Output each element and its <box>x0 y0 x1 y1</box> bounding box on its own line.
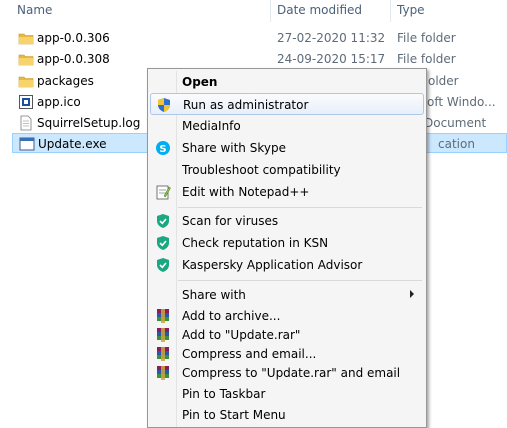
column-header-type[interactable]: Type <box>397 3 425 17</box>
menu-item-kaspersky-application-advisor[interactable]: Kaspersky Application Advisor <box>150 254 424 276</box>
column-header-name[interactable]: Name <box>17 3 52 17</box>
menu-item-pin-to-start-menu[interactable]: Pin to Start Menu <box>150 404 424 426</box>
kaspersky-icon <box>157 236 169 250</box>
file-type: Document <box>424 116 487 130</box>
winrar-icon <box>157 309 169 323</box>
file-name: SquirrelSetup.log <box>37 116 141 130</box>
menu-item-label: Edit with Notepad++ <box>182 185 310 199</box>
menu-item-compress-to-update-rar-and-email[interactable]: Compress to "Update.rar" and email <box>150 362 424 384</box>
context-menu: Open Run as administrator MediaInfo S Sh… <box>147 68 427 428</box>
file-name: app.ico <box>37 95 81 109</box>
menu-item-run-as-administrator[interactable]: Run as administrator <box>150 93 424 115</box>
winrar-icon <box>157 347 169 361</box>
file-name: app-0.0.306 <box>37 31 110 45</box>
ico-file-icon <box>19 95 33 109</box>
menu-item-edit-with-notepad-plus[interactable]: Edit with Notepad++ <box>150 181 424 203</box>
text-file-icon <box>20 115 32 131</box>
menu-item-label: Add to archive... <box>182 309 281 323</box>
file-type: cation <box>438 137 475 151</box>
menu-item-label: Compress and email... <box>182 347 317 361</box>
menu-separator <box>178 280 422 281</box>
menu-item-scan-for-viruses[interactable]: Scan for viruses <box>150 210 424 232</box>
kaspersky-icon <box>157 258 169 272</box>
menu-separator <box>178 207 422 208</box>
kaspersky-icon <box>157 214 169 228</box>
menu-item-label: Open <box>182 75 218 89</box>
menu-item-label: Compress to "Update.rar" and email <box>182 366 401 380</box>
file-name: packages <box>37 74 94 88</box>
menu-item-label: Run as administrator <box>183 98 309 112</box>
uac-shield-icon <box>158 98 170 112</box>
file-type: File folder <box>397 52 456 66</box>
folder-icon <box>18 54 34 66</box>
menu-item-share-with-skype[interactable]: S Share with Skype <box>150 137 424 159</box>
menu-item-label: MediaInfo <box>182 119 241 133</box>
notepad-plus-icon <box>156 185 171 200</box>
file-type: older <box>428 74 459 88</box>
menu-item-label: Pin to Taskbar <box>182 387 266 401</box>
svg-text:S: S <box>159 144 166 155</box>
winrar-icon <box>157 366 169 380</box>
menu-item-check-reputation-ksn[interactable]: Check reputation in KSN <box>150 232 424 254</box>
menu-item-open[interactable]: Open <box>150 71 424 93</box>
menu-item-label: Share with Skype <box>182 141 286 155</box>
submenu-arrow-icon <box>410 290 414 298</box>
menu-item-label: Scan for viruses <box>182 214 279 228</box>
column-divider[interactable] <box>390 0 391 22</box>
menu-item-label: Add to "Update.rar" <box>182 328 301 342</box>
menu-item-mediainfo[interactable]: MediaInfo <box>150 115 424 137</box>
file-row[interactable]: app-0.0.306 27-02-2020 11:32 File folder <box>12 28 507 48</box>
menu-item-label: Kaspersky Application Advisor <box>182 258 363 272</box>
exe-file-icon <box>19 137 35 151</box>
file-name: app-0.0.308 <box>37 52 110 66</box>
winrar-icon <box>157 328 169 342</box>
column-divider[interactable] <box>270 0 271 22</box>
menu-item-pin-to-taskbar[interactable]: Pin to Taskbar <box>150 383 424 405</box>
file-type: oft Windo... <box>427 95 496 109</box>
file-date: 24-09-2020 15:17 <box>277 52 386 66</box>
file-row[interactable]: app-0.0.308 24-09-2020 15:17 File folder <box>12 49 507 69</box>
menu-item-label: Share with <box>182 288 246 302</box>
folder-icon <box>18 33 34 45</box>
menu-item-label: Pin to Start Menu <box>182 408 286 422</box>
file-type: File folder <box>397 31 456 45</box>
folder-icon <box>18 76 34 88</box>
file-date: 27-02-2020 11:32 <box>277 31 386 45</box>
column-header-row: Name Date modified Type <box>0 0 507 22</box>
skype-icon: S <box>156 141 170 155</box>
menu-item-label: Check reputation in KSN <box>182 236 329 250</box>
file-name: Update.exe <box>38 137 107 151</box>
column-header-date-modified[interactable]: Date modified <box>277 3 362 17</box>
menu-item-label: Troubleshoot compatibility <box>182 163 341 177</box>
menu-item-share-with[interactable]: Share with <box>150 284 424 306</box>
menu-item-troubleshoot-compatibility[interactable]: Troubleshoot compatibility <box>150 159 424 181</box>
